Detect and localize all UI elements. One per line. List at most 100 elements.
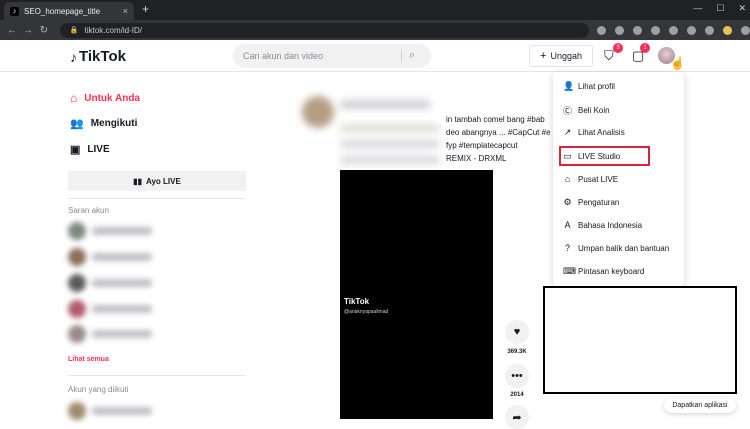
- list-item[interactable]: [66, 300, 186, 318]
- media-icon[interactable]: [686, 25, 696, 35]
- menu-item-label: Pengaturan: [578, 198, 620, 207]
- video-player[interactable]: [340, 170, 493, 419]
- bars-icon: ▮▮: [133, 176, 142, 186]
- logo-text: TikTok: [79, 48, 126, 65]
- post-caption-line: in tambah comel bang #bab: [446, 115, 545, 124]
- video-watermark-logo: TikTok: [344, 297, 370, 306]
- home-icon: ⌂: [70, 91, 78, 105]
- sidebar-item-label: Untuk Anda: [84, 92, 140, 104]
- tiktok-favicon-icon: ♪: [10, 6, 19, 16]
- menu-item-label: Umpan balik dan bantuan: [578, 243, 670, 253]
- menu-item-buy-coins[interactable]: Ⓒ Beli Koin: [563, 104, 610, 117]
- video-watermark-user: @anaknyapaalimad: [344, 309, 389, 315]
- menu-item-language[interactable]: A Bahasa Indonesia: [563, 220, 642, 230]
- list-item[interactable]: [66, 325, 186, 343]
- sidebar-item-for-you[interactable]: ⌂ Untuk Anda: [70, 91, 140, 105]
- list-item[interactable]: [66, 274, 186, 292]
- menu-item-label: Beli Koin: [578, 106, 610, 115]
- share-icon[interactable]: [614, 25, 624, 35]
- search-icon[interactable]: ⌕: [409, 49, 415, 62]
- browser-tabstrip: ♪ SEO_homepage_title × + — ☐ ✕: [0, 0, 750, 20]
- post-sound-line: REMIX - DRXML: [446, 154, 507, 163]
- share-button[interactable]: ➦: [505, 405, 529, 429]
- profile-icon[interactable]: [722, 25, 732, 35]
- menu-icon[interactable]: [740, 25, 750, 35]
- list-item[interactable]: [66, 248, 186, 266]
- coin-icon: Ⓒ: [563, 106, 573, 116]
- menu-item-label: Bahasa Indonesia: [578, 220, 643, 230]
- close-window-icon[interactable]: ✕: [738, 3, 746, 14]
- suggested-accounts-heading: Saran akun: [68, 206, 109, 215]
- menu-item-label: Lihat Analisis: [578, 128, 625, 137]
- puzzle-icon[interactable]: [668, 25, 678, 35]
- browser-toolbar: ← → ↻ 🔒 tiktok.com/id-ID/: [0, 20, 750, 40]
- see-all-link[interactable]: Lihat semua: [68, 356, 109, 363]
- post-caption-line: fyp #templatecapcut: [446, 141, 518, 150]
- menu-item-settings[interactable]: ⚙ Pengaturan: [563, 197, 619, 208]
- sidebar-divider: [68, 375, 246, 376]
- forward-icon[interactable]: →: [20, 25, 36, 36]
- browser-tab[interactable]: ♪ SEO_homepage_title ×: [4, 2, 134, 20]
- maximize-icon[interactable]: ☐: [716, 3, 724, 14]
- address-url: tiktok.com/id-ID/: [84, 25, 142, 35]
- hand-cursor-icon: ☝: [670, 56, 685, 70]
- live-icon: ▣: [70, 144, 81, 156]
- sidebar-item-label: Mengikuti: [90, 118, 138, 129]
- back-icon[interactable]: ←: [4, 25, 20, 36]
- sidebar-item-label: LIVE: [87, 144, 110, 155]
- inbox-badge: 3: [613, 43, 623, 53]
- menu-item-live-center[interactable]: ⌂ Pusat LIVE: [563, 174, 618, 184]
- extension-icon[interactable]: [650, 25, 660, 35]
- menu-item-view-profile[interactable]: 👤 Lihat profil: [563, 81, 615, 92]
- minimize-icon[interactable]: —: [693, 3, 702, 14]
- tab-close-icon[interactable]: ×: [123, 6, 128, 16]
- list-item[interactable]: [66, 222, 186, 240]
- address-bar[interactable]: 🔒 tiktok.com/id-ID/: [59, 22, 589, 38]
- menu-item-analytics[interactable]: ↗ Lihat Analisis: [563, 127, 625, 138]
- star-icon[interactable]: [632, 25, 642, 35]
- heart-icon: ♥: [513, 326, 521, 338]
- search-placeholder: Cari akun dan video: [243, 51, 324, 61]
- tiktok-note-icon: ♪: [70, 48, 77, 65]
- google-icon[interactable]: [596, 25, 606, 35]
- help-icon: ?: [564, 243, 570, 253]
- menu-item-label: Lihat profil: [578, 82, 615, 91]
- comment-icon: •••: [511, 370, 523, 382]
- following-accounts-heading: Akun yang diikuti: [68, 385, 129, 394]
- comment-count: 2014: [510, 392, 524, 398]
- upload-label: Unggah: [550, 51, 582, 61]
- get-app-button[interactable]: Dapatkan aplikasi: [664, 398, 736, 413]
- plus-icon: +: [540, 50, 547, 62]
- like-button[interactable]: ♥: [505, 320, 529, 344]
- upload-button[interactable]: + Unggah: [529, 45, 593, 67]
- settings-icon: ⚙: [563, 197, 572, 207]
- live-center-icon: ⌂: [564, 174, 571, 184]
- search-input[interactable]: Cari akun dan video ⌕: [233, 44, 431, 68]
- language-icon: A: [564, 220, 571, 230]
- post-caption-line: deo abangnya ... #CapCut #e: [446, 128, 551, 137]
- tiktok-logo[interactable]: ♪ TikTok: [70, 48, 126, 65]
- menu-item-feedback-help[interactable]: ? Umpan balik dan bantuan: [563, 243, 669, 253]
- comment-button[interactable]: •••: [505, 364, 529, 388]
- go-live-label: Ayo LIVE: [145, 176, 181, 186]
- sidebar-item-following[interactable]: 👥 Mengikuti: [70, 117, 137, 130]
- sidebar-item-live[interactable]: ▣ LIVE: [70, 143, 110, 156]
- analytics-icon: ↗: [563, 127, 572, 137]
- list-item[interactable]: [66, 402, 186, 420]
- menu-item-label: Pintasan keyboard: [578, 267, 645, 276]
- menu-item-label: Pusat LIVE: [578, 174, 619, 184]
- messages-badge: 1: [640, 43, 650, 53]
- search-divider: [401, 49, 402, 63]
- live-studio-highlight-box: [559, 146, 650, 166]
- go-live-button[interactable]: ▮▮ Ayo LIVE: [68, 171, 246, 191]
- keyboard-icon: ⌨: [563, 266, 576, 276]
- menu-item-keyboard-shortcuts[interactable]: ⌨ Pintasan keyboard: [563, 266, 644, 277]
- new-tab-button[interactable]: +: [142, 2, 149, 16]
- sidebar-icon[interactable]: [704, 25, 714, 35]
- overlay-box: [543, 286, 737, 394]
- tiktok-header: ♪ TikTok Cari akun dan video ⌕ + Unggah …: [0, 40, 750, 72]
- tab-title: SEO_homepage_title: [24, 6, 101, 16]
- reload-icon[interactable]: ↻: [36, 25, 52, 36]
- inbox-icon[interactable]: ⛉: [604, 48, 614, 64]
- extension-icons: [596, 25, 750, 35]
